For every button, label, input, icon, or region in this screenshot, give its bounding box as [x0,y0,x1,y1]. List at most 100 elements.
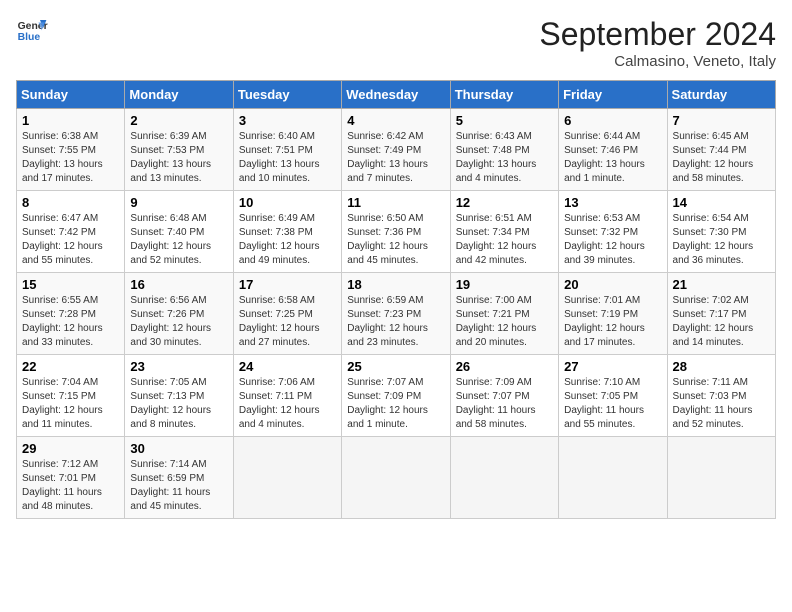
day-number: 9 [130,195,227,210]
calendar-week-2: 8 Sunrise: 6:47 AMSunset: 7:42 PMDayligh… [17,191,776,273]
calendar-cell: 4 Sunrise: 6:42 AMSunset: 7:49 PMDayligh… [342,109,450,191]
day-info: Sunrise: 6:47 AMSunset: 7:42 PMDaylight:… [22,213,103,266]
calendar-cell [342,437,450,519]
day-number: 25 [347,359,444,374]
location-subtitle: Calmasino, Veneto, Italy [539,53,776,70]
day-info: Sunrise: 6:58 AMSunset: 7:25 PMDaylight:… [239,295,320,348]
calendar-cell: 2 Sunrise: 6:39 AMSunset: 7:53 PMDayligh… [125,109,233,191]
day-number: 6 [564,113,661,128]
calendar-cell: 25 Sunrise: 7:07 AMSunset: 7:09 PMDaylig… [342,355,450,437]
header-row: SundayMondayTuesdayWednesdayThursdayFrid… [17,81,776,109]
day-number: 18 [347,277,444,292]
day-info: Sunrise: 7:10 AMSunset: 7:05 PMDaylight:… [564,377,644,430]
day-info: Sunrise: 7:00 AMSunset: 7:21 PMDaylight:… [456,295,537,348]
day-info: Sunrise: 6:49 AMSunset: 7:38 PMDaylight:… [239,213,320,266]
day-info: Sunrise: 6:59 AMSunset: 7:23 PMDaylight:… [347,295,428,348]
day-number: 26 [456,359,553,374]
day-number: 12 [456,195,553,210]
day-number: 2 [130,113,227,128]
calendar-cell: 7 Sunrise: 6:45 AMSunset: 7:44 PMDayligh… [667,109,775,191]
day-number: 8 [22,195,119,210]
month-title: September 2024 [539,16,776,53]
header-cell-wednesday: Wednesday [342,81,450,109]
header-cell-monday: Monday [125,81,233,109]
calendar-cell: 27 Sunrise: 7:10 AMSunset: 7:05 PMDaylig… [559,355,667,437]
day-info: Sunrise: 6:43 AMSunset: 7:48 PMDaylight:… [456,131,537,184]
day-info: Sunrise: 7:02 AMSunset: 7:17 PMDaylight:… [673,295,754,348]
day-info: Sunrise: 6:39 AMSunset: 7:53 PMDaylight:… [130,131,211,184]
day-info: Sunrise: 6:48 AMSunset: 7:40 PMDaylight:… [130,213,211,266]
day-number: 17 [239,277,336,292]
calendar-cell: 6 Sunrise: 6:44 AMSunset: 7:46 PMDayligh… [559,109,667,191]
day-info: Sunrise: 6:55 AMSunset: 7:28 PMDaylight:… [22,295,103,348]
header-cell-saturday: Saturday [667,81,775,109]
calendar-table: SundayMondayTuesdayWednesdayThursdayFrid… [16,80,776,519]
day-number: 16 [130,277,227,292]
day-info: Sunrise: 6:38 AMSunset: 7:55 PMDaylight:… [22,131,103,184]
day-number: 11 [347,195,444,210]
calendar-cell [450,437,558,519]
calendar-cell: 16 Sunrise: 6:56 AMSunset: 7:26 PMDaylig… [125,273,233,355]
day-number: 27 [564,359,661,374]
day-number: 13 [564,195,661,210]
day-info: Sunrise: 6:40 AMSunset: 7:51 PMDaylight:… [239,131,320,184]
calendar-week-4: 22 Sunrise: 7:04 AMSunset: 7:15 PMDaylig… [17,355,776,437]
calendar-cell: 5 Sunrise: 6:43 AMSunset: 7:48 PMDayligh… [450,109,558,191]
calendar-cell: 23 Sunrise: 7:05 AMSunset: 7:13 PMDaylig… [125,355,233,437]
day-number: 4 [347,113,444,128]
calendar-cell: 9 Sunrise: 6:48 AMSunset: 7:40 PMDayligh… [125,191,233,273]
day-info: Sunrise: 7:07 AMSunset: 7:09 PMDaylight:… [347,377,428,430]
day-info: Sunrise: 7:06 AMSunset: 7:11 PMDaylight:… [239,377,320,430]
header-cell-sunday: Sunday [17,81,125,109]
calendar-week-3: 15 Sunrise: 6:55 AMSunset: 7:28 PMDaylig… [17,273,776,355]
day-number: 29 [22,441,119,456]
day-info: Sunrise: 7:09 AMSunset: 7:07 PMDaylight:… [456,377,536,430]
day-info: Sunrise: 7:14 AMSunset: 6:59 PMDaylight:… [130,459,210,512]
calendar-cell: 19 Sunrise: 7:00 AMSunset: 7:21 PMDaylig… [450,273,558,355]
calendar-cell: 29 Sunrise: 7:12 AMSunset: 7:01 PMDaylig… [17,437,125,519]
header-cell-friday: Friday [559,81,667,109]
day-number: 21 [673,277,770,292]
day-info: Sunrise: 6:45 AMSunset: 7:44 PMDaylight:… [673,131,754,184]
calendar-cell [667,437,775,519]
calendar-week-1: 1 Sunrise: 6:38 AMSunset: 7:55 PMDayligh… [17,109,776,191]
day-number: 10 [239,195,336,210]
calendar-cell: 21 Sunrise: 7:02 AMSunset: 7:17 PMDaylig… [667,273,775,355]
day-number: 20 [564,277,661,292]
calendar-cell: 30 Sunrise: 7:14 AMSunset: 6:59 PMDaylig… [125,437,233,519]
calendar-cell: 18 Sunrise: 6:59 AMSunset: 7:23 PMDaylig… [342,273,450,355]
day-info: Sunrise: 6:56 AMSunset: 7:26 PMDaylight:… [130,295,211,348]
day-number: 30 [130,441,227,456]
day-info: Sunrise: 7:01 AMSunset: 7:19 PMDaylight:… [564,295,645,348]
day-info: Sunrise: 6:50 AMSunset: 7:36 PMDaylight:… [347,213,428,266]
calendar-cell [559,437,667,519]
calendar-cell: 10 Sunrise: 6:49 AMSunset: 7:38 PMDaylig… [233,191,341,273]
calendar-cell [233,437,341,519]
logo: General Blue [16,16,48,44]
day-number: 14 [673,195,770,210]
day-info: Sunrise: 7:05 AMSunset: 7:13 PMDaylight:… [130,377,211,430]
calendar-cell: 28 Sunrise: 7:11 AMSunset: 7:03 PMDaylig… [667,355,775,437]
day-number: 3 [239,113,336,128]
calendar-cell: 8 Sunrise: 6:47 AMSunset: 7:42 PMDayligh… [17,191,125,273]
calendar-week-5: 29 Sunrise: 7:12 AMSunset: 7:01 PMDaylig… [17,437,776,519]
day-number: 15 [22,277,119,292]
calendar-cell: 12 Sunrise: 6:51 AMSunset: 7:34 PMDaylig… [450,191,558,273]
header-cell-thursday: Thursday [450,81,558,109]
calendar-cell: 17 Sunrise: 6:58 AMSunset: 7:25 PMDaylig… [233,273,341,355]
calendar-cell: 20 Sunrise: 7:01 AMSunset: 7:19 PMDaylig… [559,273,667,355]
day-info: Sunrise: 7:04 AMSunset: 7:15 PMDaylight:… [22,377,103,430]
day-info: Sunrise: 6:54 AMSunset: 7:30 PMDaylight:… [673,213,754,266]
calendar-cell: 15 Sunrise: 6:55 AMSunset: 7:28 PMDaylig… [17,273,125,355]
day-number: 1 [22,113,119,128]
calendar-cell: 26 Sunrise: 7:09 AMSunset: 7:07 PMDaylig… [450,355,558,437]
header-cell-tuesday: Tuesday [233,81,341,109]
svg-text:Blue: Blue [18,32,41,43]
logo-icon: General Blue [16,16,48,44]
day-number: 28 [673,359,770,374]
title-block: September 2024 Calmasino, Veneto, Italy [539,16,776,70]
calendar-cell: 24 Sunrise: 7:06 AMSunset: 7:11 PMDaylig… [233,355,341,437]
calendar-cell: 3 Sunrise: 6:40 AMSunset: 7:51 PMDayligh… [233,109,341,191]
calendar-cell: 1 Sunrise: 6:38 AMSunset: 7:55 PMDayligh… [17,109,125,191]
day-info: Sunrise: 6:44 AMSunset: 7:46 PMDaylight:… [564,131,645,184]
